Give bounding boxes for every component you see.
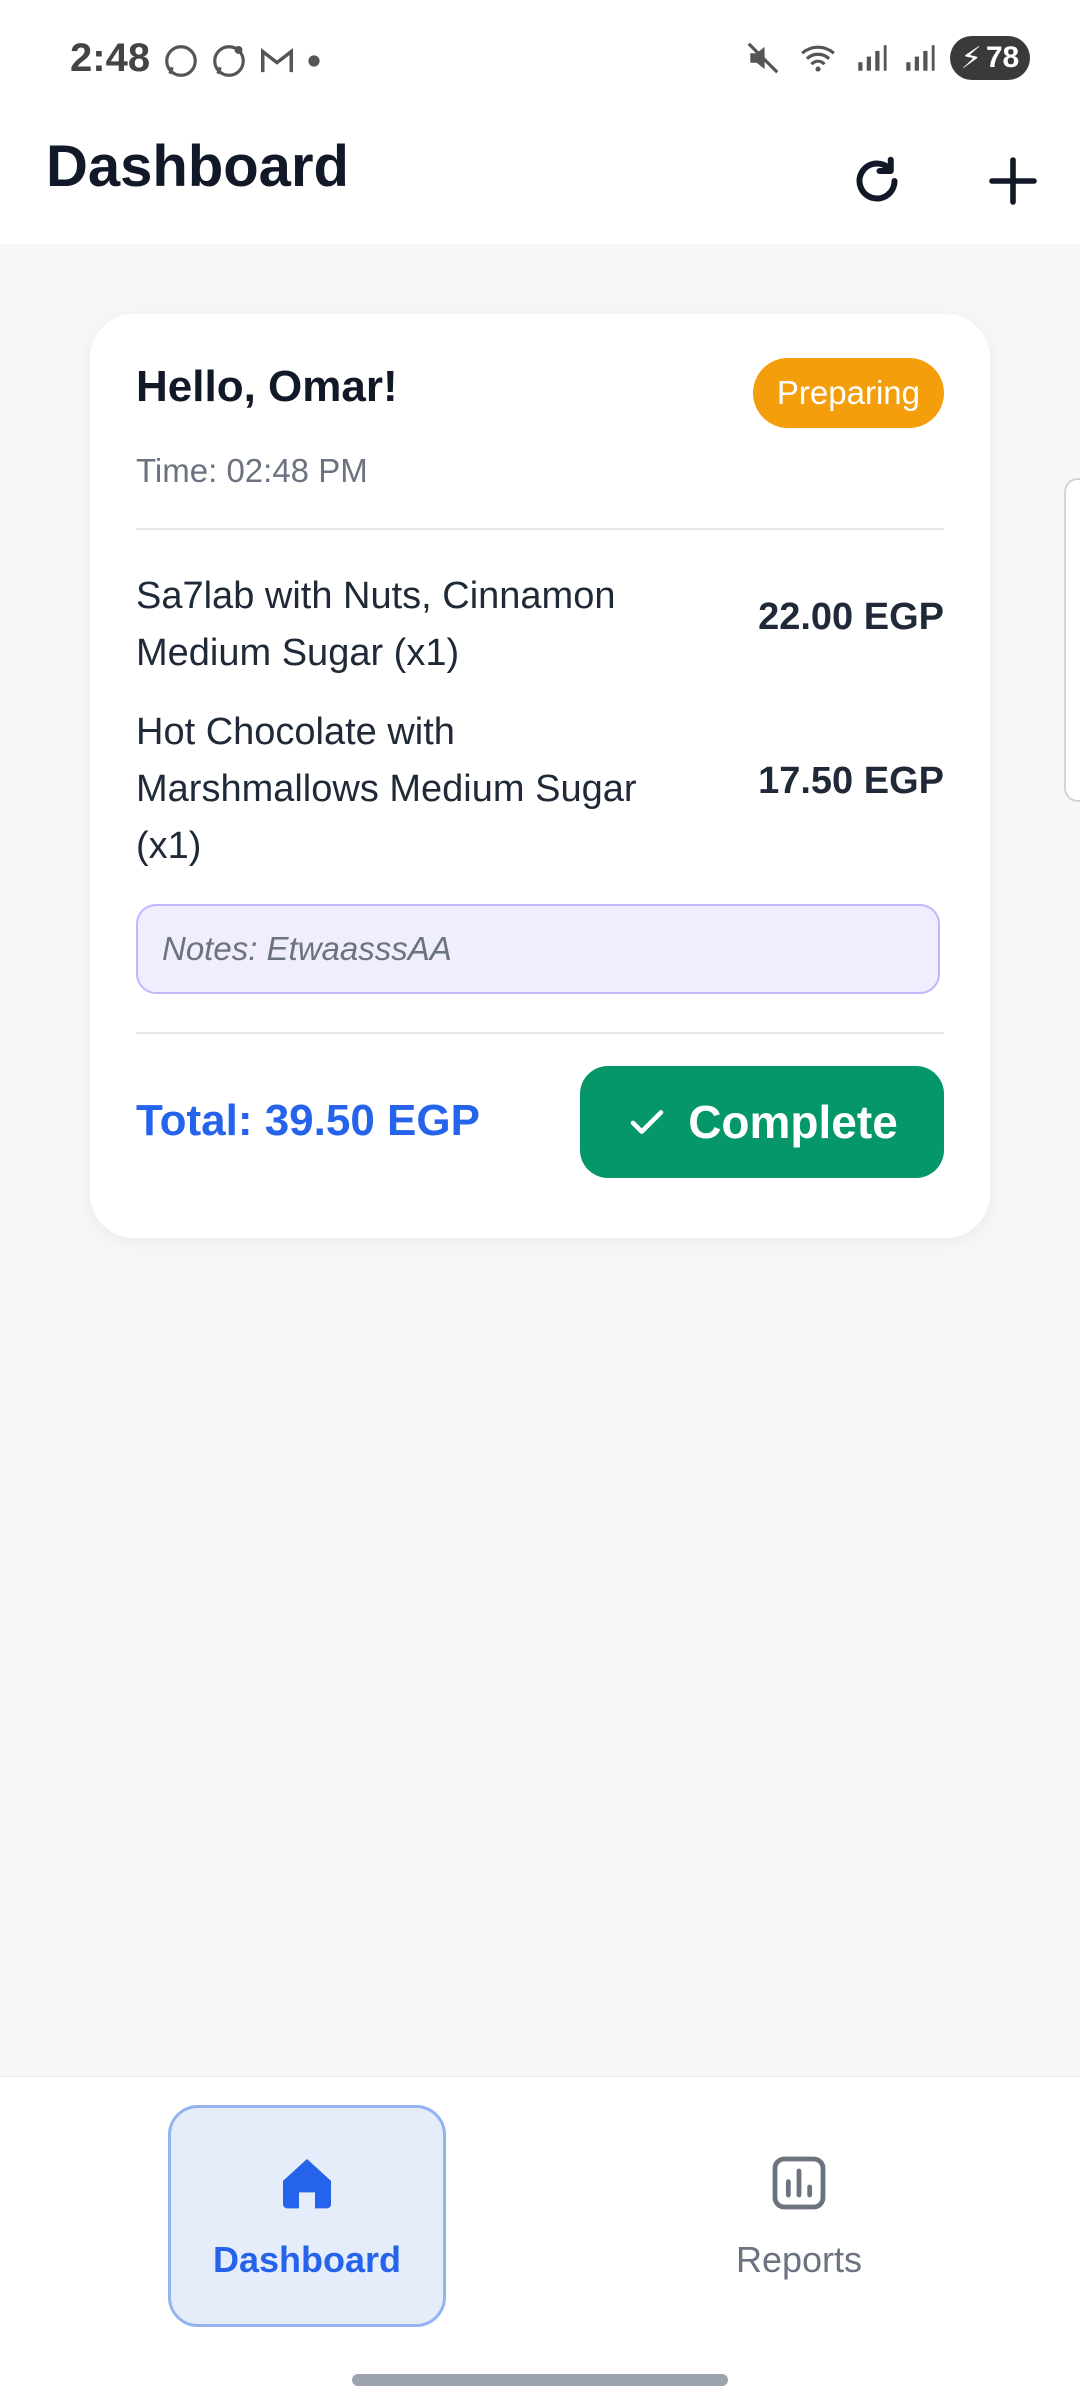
divider [136, 528, 944, 530]
whatsapp-icon [165, 45, 197, 77]
refresh-button[interactable] [832, 136, 922, 226]
order-item: Hot Chocolate with Marshmallows Medium S… [136, 704, 944, 875]
order-total: Total: 39.50 EGP [136, 1096, 480, 1145]
bottom-navigation: Dashboard Reports [0, 2076, 1080, 2401]
battery-level: 78 [985, 41, 1020, 74]
order-item: Sa7lab with Nuts, Cinnamon Medium Sugar … [136, 568, 944, 682]
complete-label: Complete [688, 1096, 898, 1148]
signal-icon-2 [906, 45, 935, 71]
app-bar: Dashboard [0, 122, 1080, 244]
wifi-icon [801, 45, 835, 72]
battery-indicator: ⚡ 78 [950, 36, 1030, 80]
plus-icon [989, 157, 1037, 205]
home-icon [283, 2159, 331, 2209]
order-notes: Notes: EtwaasssAA [136, 904, 940, 994]
notification-icons [162, 42, 322, 80]
customer-greeting: Hello, Omar! [136, 362, 398, 411]
page-title: Dashboard [46, 134, 349, 199]
item-name: Sa7lab with Nuts, Cinnamon Medium Sugar … [136, 575, 616, 674]
item-price: 17.50 EGP [758, 760, 944, 802]
item-price: 22.00 EGP [758, 596, 944, 638]
status-badge: Preparing [752, 358, 944, 428]
bar-chart-icon [772, 2156, 826, 2210]
home-indicator[interactable] [352, 2374, 728, 2386]
order-card: Hello, Omar! Preparing Time: 02:48 PM Sa… [90, 314, 990, 1238]
dot-icon [308, 55, 320, 67]
order-time: Time: 02:48 PM [136, 452, 368, 489]
system-icons: ⚡ 78 [744, 36, 1030, 80]
whatsapp-business-icon [213, 45, 245, 77]
dashboard-content[interactable]: Hello, Omar! Preparing Time: 02:48 PM Sa… [0, 244, 1080, 2076]
gmail-icon [261, 47, 293, 73]
charging-icon: ⚡ [960, 41, 982, 75]
nav-item-reports[interactable]: Reports [660, 2105, 938, 2327]
status-bar: 2:48 ⚡ 78 [0, 0, 1080, 122]
nav-label-dashboard: Dashboard [212, 2239, 402, 2280]
complete-button[interactable]: Complete [580, 1066, 944, 1178]
mute-icon [747, 42, 779, 74]
add-button[interactable] [968, 136, 1058, 226]
item-name: Hot Chocolate with Marshmallows Medium S… [136, 711, 637, 867]
scroll-handle[interactable] [1064, 478, 1080, 802]
divider [136, 1032, 944, 1034]
nav-item-dashboard[interactable]: Dashboard [168, 2105, 446, 2327]
refresh-icon [856, 156, 898, 202]
status-time: 2:48 [70, 36, 151, 80]
nav-label-reports: Reports [735, 2239, 863, 2280]
check-icon [630, 1110, 664, 1134]
signal-icon [858, 45, 887, 71]
